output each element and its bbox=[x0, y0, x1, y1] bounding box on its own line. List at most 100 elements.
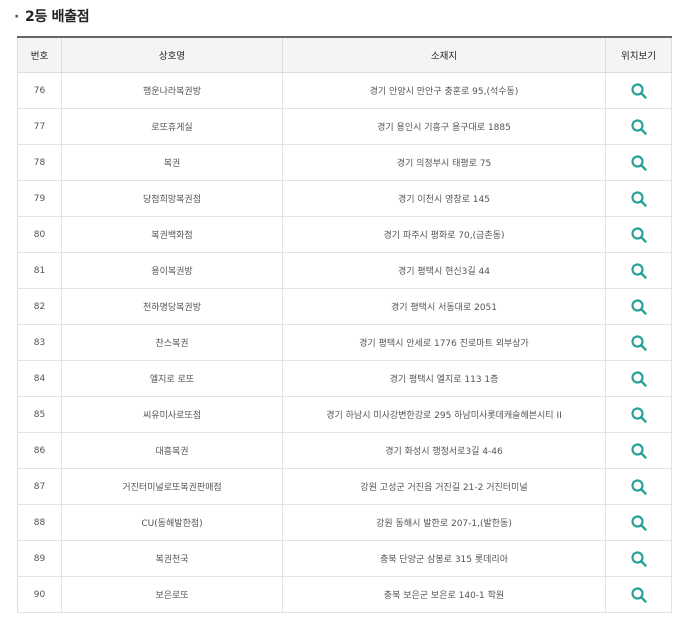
cell-no: 79 bbox=[17, 180, 62, 217]
cell-location bbox=[605, 540, 672, 577]
header-address: 소재지 bbox=[282, 37, 606, 73]
cell-address: 강원 고성군 거진읍 거진길 21-2 거진터미널 bbox=[282, 468, 606, 505]
search-icon bbox=[630, 262, 647, 279]
cell-name: 대흥복권 bbox=[61, 432, 283, 469]
cell-address: 경기 파주시 평화로 70,(금촌동) bbox=[282, 216, 606, 253]
search-icon bbox=[630, 370, 647, 387]
search-icon bbox=[630, 82, 647, 99]
cell-address: 경기 평택시 현신3길 44 bbox=[282, 252, 606, 289]
cell-no: 81 bbox=[17, 252, 62, 289]
store-table: 번호 상호명 소재지 위치보기 76 행운나라복권방 경기 안양시 만안구 충훈로 … bbox=[17, 36, 672, 613]
header-location: 위치보기 bbox=[605, 37, 672, 73]
cell-address: 경기 평택시 엘지로 113 1층 bbox=[282, 360, 606, 397]
cell-address: 경기 화성시 행정서로3길 4-46 bbox=[282, 432, 606, 469]
section-title-text: 2등 배출점 bbox=[25, 9, 90, 25]
table-row: 86 대흥복권 경기 화성시 행정서로3길 4-46 bbox=[17, 432, 672, 469]
cell-name: 씨유미사로또점 bbox=[61, 396, 283, 433]
cell-name: 복권천국 bbox=[61, 540, 283, 577]
location-button[interactable] bbox=[630, 226, 648, 244]
cell-address: 강원 동해시 발한로 207-1,(발한동) bbox=[282, 504, 606, 541]
cell-no: 78 bbox=[17, 144, 62, 181]
cell-address: 경기 용인시 기흥구 용구대로 1885 bbox=[282, 108, 606, 145]
cell-location bbox=[605, 216, 672, 253]
table-row: 78 복권 경기 의정부시 태평로 75 bbox=[17, 144, 672, 181]
location-button[interactable] bbox=[630, 514, 648, 532]
cell-name: 거진터미널로또복권판매점 bbox=[61, 468, 283, 505]
cell-location bbox=[605, 504, 672, 541]
search-icon bbox=[630, 478, 647, 495]
cell-location bbox=[605, 108, 672, 145]
cell-no: 85 bbox=[17, 396, 62, 433]
cell-location bbox=[605, 360, 672, 397]
header-no: 번호 bbox=[17, 37, 62, 73]
search-icon bbox=[630, 118, 647, 135]
cell-name: 용이복권방 bbox=[61, 252, 283, 289]
location-button[interactable] bbox=[630, 478, 648, 496]
section-title: · 2등 배출점 bbox=[14, 6, 90, 26]
location-button[interactable] bbox=[630, 190, 648, 208]
cell-address: 경기 하남시 미사강변한강로 295 하남미사롯데캐슬헤븐시티 II bbox=[282, 396, 606, 433]
location-button[interactable] bbox=[630, 442, 648, 460]
cell-name: 복권백화점 bbox=[61, 216, 283, 253]
cell-location bbox=[605, 144, 672, 181]
search-icon bbox=[630, 190, 647, 207]
cell-location bbox=[605, 180, 672, 217]
table-row: 85 씨유미사로또점 경기 하남시 미사강변한강로 295 하남미사롯데캐슬헤븐시티… bbox=[17, 396, 672, 433]
cell-no: 89 bbox=[17, 540, 62, 577]
store-table-container: 번호 상호명 소재지 위치보기 76 행운나라복권방 경기 안양시 만안구 충훈로 … bbox=[17, 36, 672, 613]
table-row: 77 로또휴게실 경기 용인시 기흥구 용구대로 1885 bbox=[17, 108, 672, 145]
cell-no: 88 bbox=[17, 504, 62, 541]
location-button[interactable] bbox=[630, 118, 648, 136]
cell-no: 82 bbox=[17, 288, 62, 325]
location-button[interactable] bbox=[630, 550, 648, 568]
cell-location bbox=[605, 468, 672, 505]
cell-address: 충북 보은군 보은로 140-1 학원 bbox=[282, 576, 606, 613]
table-row: 89 복권천국 충북 단양군 삼봉로 315 롯데리아 bbox=[17, 540, 672, 577]
cell-name: 천하명당복권방 bbox=[61, 288, 283, 325]
cell-address: 경기 의정부시 태평로 75 bbox=[282, 144, 606, 181]
cell-no: 83 bbox=[17, 324, 62, 361]
search-icon bbox=[630, 442, 647, 459]
cell-no: 90 bbox=[17, 576, 62, 613]
search-icon bbox=[630, 514, 647, 531]
search-icon bbox=[630, 226, 647, 243]
table-row: 76 행운나라복권방 경기 안양시 만안구 충훈로 95,(석수동) bbox=[17, 72, 672, 109]
location-button[interactable] bbox=[630, 262, 648, 280]
cell-name: 찬스복권 bbox=[61, 324, 283, 361]
location-button[interactable] bbox=[630, 154, 648, 172]
search-icon bbox=[630, 406, 647, 423]
table-row: 82 천하명당복권방 경기 평택시 서동대로 2051 bbox=[17, 288, 672, 325]
table-row: 87 거진터미널로또복권판매점 강원 고성군 거진읍 거진길 21-2 거진터미널 bbox=[17, 468, 672, 505]
table-row: 83 찬스복권 경기 평택시 안세로 1776 진로마트 외부상가 bbox=[17, 324, 672, 361]
search-icon bbox=[630, 298, 647, 315]
cell-location bbox=[605, 432, 672, 469]
location-button[interactable] bbox=[630, 586, 648, 604]
header-name: 상호명 bbox=[61, 37, 283, 73]
cell-name: 엘지로 로또 bbox=[61, 360, 283, 397]
search-icon bbox=[630, 550, 647, 567]
table-row: 79 당첨희망복권점 경기 이천시 영창로 145 bbox=[17, 180, 672, 217]
cell-no: 86 bbox=[17, 432, 62, 469]
search-icon bbox=[630, 334, 647, 351]
location-button[interactable] bbox=[630, 334, 648, 352]
location-button[interactable] bbox=[630, 298, 648, 316]
cell-location bbox=[605, 72, 672, 109]
location-button[interactable] bbox=[630, 82, 648, 100]
cell-address: 경기 평택시 서동대로 2051 bbox=[282, 288, 606, 325]
table-body: 76 행운나라복권방 경기 안양시 만안구 충훈로 95,(석수동) 77 로또휴게실 경… bbox=[17, 72, 672, 613]
table-header-row: 번호 상호명 소재지 위치보기 bbox=[17, 37, 672, 73]
search-icon bbox=[630, 154, 647, 171]
table-row: 90 보은로또 충북 보은군 보은로 140-1 학원 bbox=[17, 576, 672, 613]
location-button[interactable] bbox=[630, 370, 648, 388]
cell-no: 87 bbox=[17, 468, 62, 505]
cell-address: 충북 단양군 삼봉로 315 롯데리아 bbox=[282, 540, 606, 577]
cell-location bbox=[605, 576, 672, 613]
cell-address: 경기 이천시 영창로 145 bbox=[282, 180, 606, 217]
cell-name: 로또휴게실 bbox=[61, 108, 283, 145]
cell-name: 보은로또 bbox=[61, 576, 283, 613]
cell-no: 80 bbox=[17, 216, 62, 253]
location-button[interactable] bbox=[630, 406, 648, 424]
search-icon bbox=[630, 586, 647, 603]
cell-name: CU(동해발한점) bbox=[61, 504, 283, 541]
table-row: 81 용이복권방 경기 평택시 현신3길 44 bbox=[17, 252, 672, 289]
